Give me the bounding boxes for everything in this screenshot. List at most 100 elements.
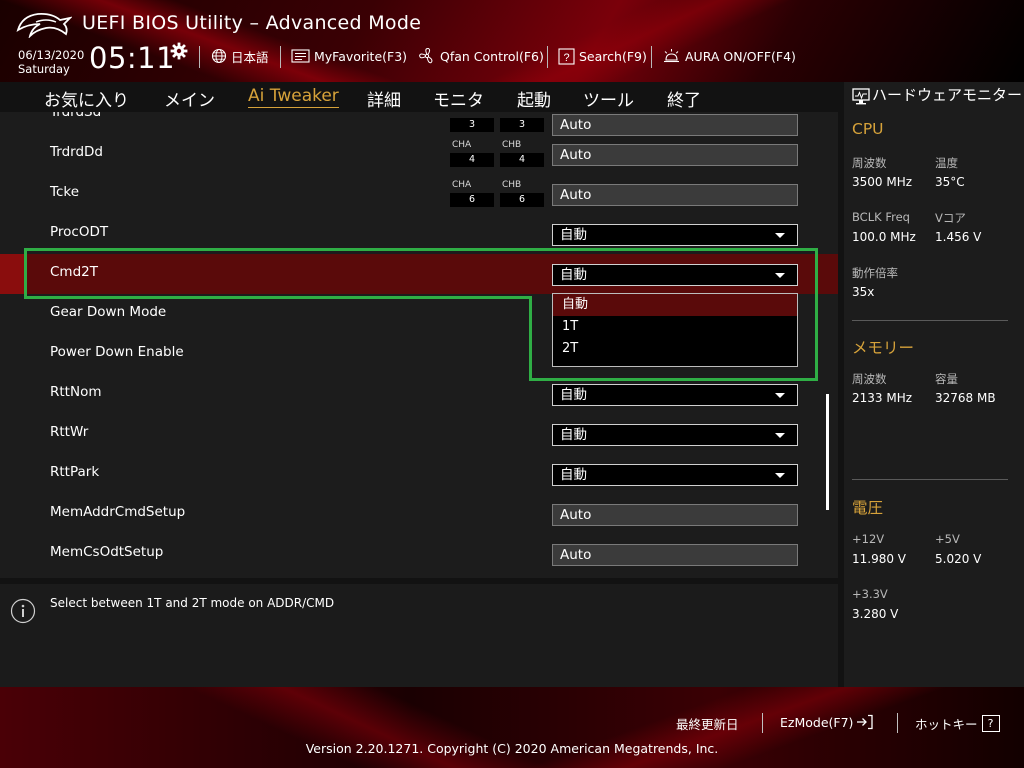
setting-row-trdrdsd[interactable]: TrdrdSd 3 3 Auto	[0, 112, 838, 136]
last-modified-label: 最終更新日	[676, 717, 739, 732]
tab-exit[interactable]: 終了	[667, 86, 701, 111]
hotkeys-button[interactable]: ホットキー ?	[915, 714, 1000, 733]
chb-value: 6	[500, 193, 544, 207]
header-separator	[651, 46, 652, 68]
setting-label: MemCsOdtSetup	[50, 544, 164, 560]
ezmode-label: EzMode(F7)	[780, 714, 854, 730]
chevron-down-icon	[775, 433, 785, 438]
setting-row-rttpark[interactable]: RttPark 自動	[0, 454, 838, 494]
date-text: 06/13/2020	[18, 48, 85, 62]
setting-label: Gear Down Mode	[50, 304, 167, 320]
clock-text[interactable]: 05:11	[89, 41, 175, 75]
monitor-divider	[852, 479, 1008, 480]
settings-scrollbar[interactable]	[826, 394, 829, 510]
exit-arrow-icon	[857, 714, 874, 730]
ezmode-button[interactable]: EzMode(F7)	[780, 714, 874, 730]
myfavorite-button[interactable]: MyFavorite(F3)	[291, 45, 407, 67]
dropdown-option-1t[interactable]: 1T	[553, 316, 797, 338]
dropdown-option-2t[interactable]: 2T	[553, 338, 797, 360]
setting-row-memaddrcmdsetup[interactable]: MemAddrCmdSetup Auto	[0, 494, 838, 534]
qfan-control-label: Qfan Control(F6)	[440, 48, 544, 64]
language-button[interactable]: 日本語	[211, 45, 269, 67]
mem-freq-label: 周波数	[852, 372, 887, 386]
memaddrcmdsetup-input[interactable]: Auto	[552, 504, 798, 526]
setting-label: MemAddrCmdSetup	[50, 504, 186, 520]
search-label: Search(F9)	[579, 48, 647, 64]
globe-icon	[211, 48, 227, 64]
setting-row-tcke[interactable]: Tcke CHA CHB 6 6 Auto	[0, 174, 838, 214]
chb-value: 3	[500, 118, 544, 132]
day-text: Saturday	[18, 62, 70, 76]
cha-value: 6	[450, 193, 494, 207]
voltage-section-title: 電圧	[852, 499, 884, 517]
aura-toggle-button[interactable]: AURA ON/OFF(F4)	[662, 45, 796, 67]
qfan-control-button[interactable]: Qfan Control(F6)	[418, 45, 544, 67]
favorite-icon	[291, 48, 310, 63]
annotation-line	[280, 296, 532, 299]
dropdown-option-auto[interactable]: 自動	[553, 294, 797, 316]
annotation-line	[24, 296, 280, 299]
tab-tool[interactable]: ツール	[583, 86, 634, 111]
trdrdsd-input[interactable]: Auto	[552, 114, 798, 136]
annotation-line	[815, 248, 818, 381]
tab-monitor[interactable]: モニタ	[433, 86, 484, 111]
setting-label: Cmd2T	[50, 264, 98, 280]
tab-main[interactable]: メイン	[164, 86, 215, 111]
v5-label: +5V	[935, 532, 960, 546]
dropdown-value: 自動	[560, 387, 587, 403]
v33-value: 3.280 V	[852, 607, 899, 621]
ratio-label: 動作倍率	[852, 266, 898, 280]
tab-boot[interactable]: 起動	[517, 86, 551, 111]
aura-label: AURA ON/OFF(F4)	[685, 48, 796, 64]
last-modified-button[interactable]: 最終更新日	[676, 714, 739, 733]
header-separator	[547, 46, 548, 68]
rttpark-dropdown[interactable]: 自動	[552, 464, 798, 486]
tab-favorites[interactable]: お気に入り	[44, 86, 129, 111]
footer-bar: 最終更新日 EzMode(F7) ホットキー ? Version 2.20.12…	[0, 687, 1024, 768]
tab-ai-tweaker[interactable]: Ai Tweaker	[248, 86, 339, 108]
vcore-label: Vコア	[935, 211, 966, 225]
dropdown-value: 自動	[560, 227, 587, 243]
language-label: 日本語	[231, 49, 269, 65]
v33-label: +3.3V	[852, 587, 888, 601]
dropdown-value: 自動	[560, 427, 587, 443]
footer-separator	[762, 713, 763, 733]
setting-row-memcsodtsetup[interactable]: MemCsOdtSetup Auto	[0, 534, 838, 574]
rttnom-dropdown[interactable]: 自動	[552, 384, 798, 406]
tab-advanced[interactable]: 詳細	[367, 86, 401, 111]
setting-label: Tcke	[50, 184, 80, 200]
search-button[interactable]: ? Search(F9)	[558, 45, 647, 67]
rttwr-dropdown[interactable]: 自動	[552, 424, 798, 446]
fan-icon	[419, 47, 433, 64]
memcsodtsetup-input[interactable]: Auto	[552, 544, 798, 566]
header-separator	[199, 46, 200, 68]
v12-label: +12V	[852, 532, 885, 546]
annotation-line	[529, 378, 818, 381]
trdrddd-input[interactable]: Auto	[552, 144, 798, 166]
header-separator	[280, 46, 281, 68]
tcke-input[interactable]: Auto	[552, 184, 798, 206]
setting-label: RttPark	[50, 464, 100, 480]
cha-value: 3	[450, 118, 494, 132]
chevron-down-icon	[775, 393, 785, 398]
setting-row-trdrddd[interactable]: TrdrdDd CHA CHB 4 4 Auto	[0, 134, 838, 174]
dropdown-value: 自動	[560, 267, 587, 283]
monitor-title: ハードウェアモニター	[872, 86, 1023, 104]
setting-row-cmd2t[interactable]: Cmd2T 自動	[0, 254, 838, 294]
annotation-line	[24, 248, 27, 299]
svg-text:?: ?	[563, 51, 569, 63]
cmd2t-dropdown[interactable]: 自動	[552, 264, 798, 286]
setting-label: RttNom	[50, 384, 102, 400]
procodt-dropdown[interactable]: 自動	[552, 224, 798, 246]
bclk-value: 100.0 MHz	[852, 230, 916, 244]
cha-label: CHA	[452, 180, 472, 190]
cpu-temp-value: 35°C	[935, 175, 965, 189]
rog-logo-icon	[16, 12, 72, 38]
cmd2t-dropdown-list[interactable]: 自動 1T 2T	[552, 293, 798, 367]
setting-row-rttwr[interactable]: RttWr 自動	[0, 414, 838, 454]
cpu-temp-label: 温度	[935, 156, 958, 170]
gear-icon[interactable]	[170, 42, 188, 60]
mem-cap-value: 32768 MB	[935, 391, 996, 405]
cha-value: 4	[450, 153, 494, 167]
app-title: UEFI BIOS Utility – Advanced Mode	[82, 12, 422, 34]
